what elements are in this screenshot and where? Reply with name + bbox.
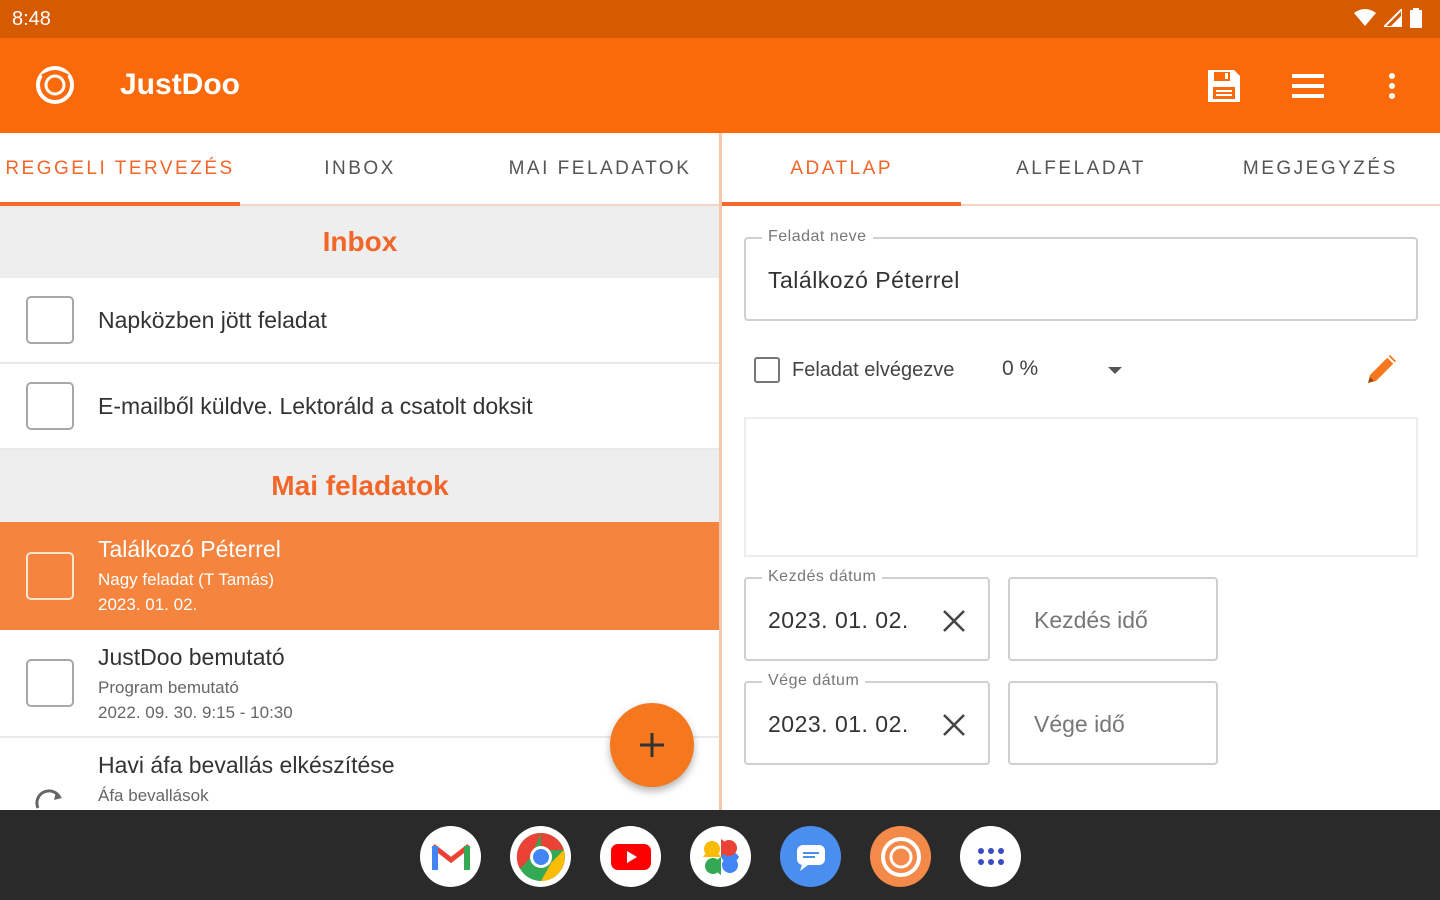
tab-inbox[interactable]: Inbox [240,133,480,204]
justdoo-icon[interactable] [870,826,931,887]
cell-signal-icon [1384,9,1402,27]
task-title: Napközben jött feladat [98,306,327,333]
task-title: Havi áfa bevallás elkészítése [98,752,395,778]
end-time-placeholder[interactable]: Vége idő [1034,711,1125,738]
app-bar: JustDoo [0,38,1440,133]
task-checkbox[interactable] [26,552,74,600]
battery-icon [1410,8,1422,28]
done-toggle[interactable]: Feladat elvégezve [754,355,954,385]
tab-alfeladat[interactable]: Alfeladat [961,133,1200,204]
hamburger-icon [1292,74,1324,98]
task-checkbox[interactable] [26,296,74,344]
more-vert-icon [1389,73,1395,99]
task-title: Találkozó Péterrel [98,536,281,562]
photos-icon[interactable] [690,826,751,887]
list-item[interactable]: Napközben jött feladat [0,278,720,364]
left-tab-bar: Reggeli tervezés Inbox Mai feladatok [0,133,720,206]
app-title: JustDoo [120,68,240,101]
task-subtitle: Program bemutató [98,678,239,697]
edit-pencil-icon[interactable] [1362,349,1402,389]
plus-icon [640,733,664,757]
app-bar-actions [1204,66,1412,106]
list-item-selected[interactable]: Találkozó Péterrel Nagy feladat (T Tamás… [0,522,720,630]
task-title: E-mailből küldve. Lektoráld a csatolt do… [98,392,533,419]
clock: 8:48 [12,8,51,30]
task-date: 2022. 09. 30. 9:15 - 10:30 [98,703,293,722]
end-time-field[interactable]: Vége idő [1008,681,1218,765]
dropdown-arrow-icon[interactable] [1108,367,1122,374]
inbox-heading: Inbox [0,206,720,278]
task-name-label: Feladat neve [762,228,873,246]
end-date-label: Vége dátum [762,672,866,690]
task-date: 2023. 01. 02. [98,595,198,614]
description-area[interactable] [744,417,1418,557]
wifi-icon [1354,9,1376,26]
task-checkbox[interactable] [26,659,74,707]
app-drawer-icon[interactable] [960,826,1021,887]
task-title: JustDoo bemutató [98,644,285,670]
tab-mai-feladatok[interactable]: Mai feladatok [480,133,720,204]
tab-megjegyzes[interactable]: Megjegyzés [1201,133,1440,204]
overflow-menu-button[interactable] [1372,66,1412,106]
save-icon [1208,70,1240,102]
today-heading: Mai feladatok [0,450,720,522]
start-date-field[interactable]: Kezdés dátum 2023. 01. 02. [744,568,990,661]
done-label: Feladat elvégezve [792,358,955,381]
save-button[interactable] [1204,66,1244,106]
start-date-label: Kezdés dátum [762,568,883,586]
add-task-button[interactable] [610,703,694,787]
justdoo-logo-icon[interactable] [34,64,76,106]
list-item[interactable]: JustDoo bemutató Program bemutató 2022. … [0,630,720,738]
start-date-value[interactable]: 2023. 01. 02. [768,607,909,634]
status-icons [1354,8,1422,28]
chrome-icon[interactable] [510,826,571,887]
task-subtitle: Áfa bevallások [98,786,209,805]
system-dock [0,810,1440,900]
left-pane: Reggeli tervezés Inbox Mai feladatok Inb… [0,133,720,810]
right-tab-bar: Adatlap Alfeladat Megjegyzés [722,133,1440,206]
tab-reggeli-tervezes[interactable]: Reggeli tervezés [0,133,240,206]
right-pane: Adatlap Alfeladat Megjegyzés Feladat nev… [722,133,1440,810]
percent-select[interactable]: 0 % [1002,357,1038,381]
status-bar: 8:48 [0,0,1440,38]
end-date-field[interactable]: Vége dátum 2023. 01. 02. [744,672,990,765]
tab-adatlap[interactable]: Adatlap [722,133,962,206]
messages-icon[interactable] [780,826,841,887]
start-time-field[interactable]: Kezdés idő [1008,577,1218,661]
done-checkbox[interactable] [754,357,780,383]
end-date-value[interactable]: 2023. 01. 02. [768,711,909,738]
close-icon[interactable] [940,607,968,635]
task-checkbox[interactable] [26,382,74,430]
list-item[interactable]: E-mailből küldve. Lektoráld a csatolt do… [0,364,720,450]
start-time-placeholder[interactable]: Kezdés idő [1034,607,1148,634]
gmail-icon[interactable] [420,826,481,887]
close-icon[interactable] [940,711,968,739]
dock-apps [420,826,1021,887]
task-name-field[interactable]: Feladat neve Találkozó Péterrel [744,228,1418,321]
task-name-value[interactable]: Találkozó Péterrel [768,267,960,294]
recurring-icon [35,789,62,809]
task-subtitle: Nagy feladat (T Tamás) [98,570,275,589]
menu-button[interactable] [1288,66,1328,106]
youtube-icon[interactable] [600,826,661,887]
